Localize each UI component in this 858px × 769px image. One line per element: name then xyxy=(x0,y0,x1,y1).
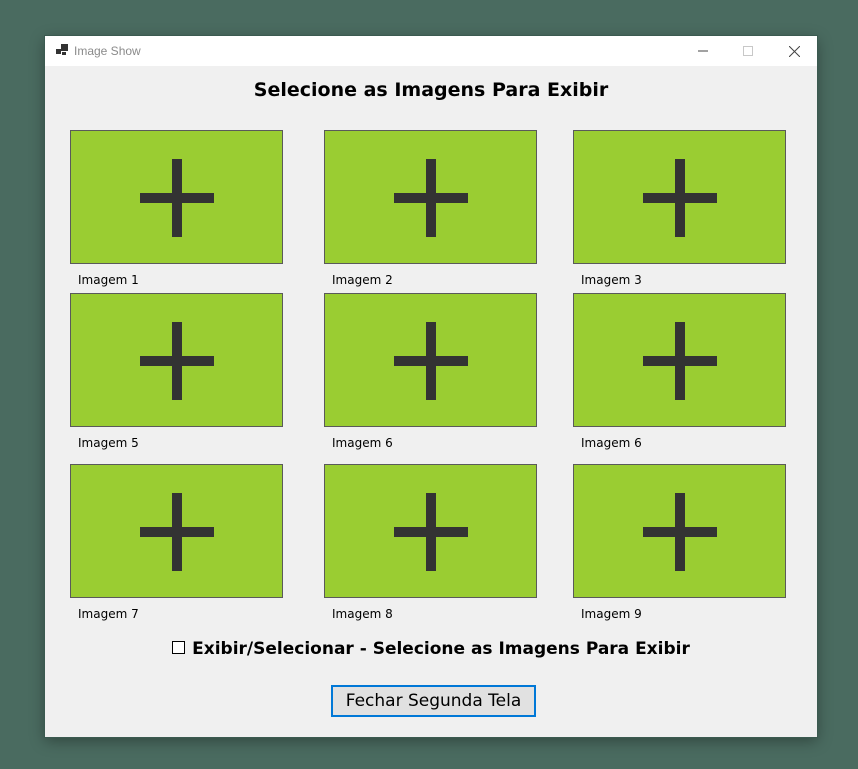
image-slot-label: Imagem 6 xyxy=(581,436,642,450)
image-slot-9[interactable] xyxy=(573,464,786,598)
plus-icon xyxy=(394,493,468,571)
image-slot-2[interactable] xyxy=(324,130,537,264)
image-slot-label: Imagem 3 xyxy=(581,273,642,287)
close-icon xyxy=(788,45,800,57)
window-title: Image Show xyxy=(74,44,141,58)
plus-icon xyxy=(394,322,468,400)
plus-icon xyxy=(394,159,468,237)
image-slot-7[interactable] xyxy=(70,464,283,598)
plus-icon xyxy=(643,159,717,237)
display-select-checkbox-row[interactable]: Exibir/Selecionar - Selecione as Imagens… xyxy=(45,639,817,659)
image-slot-6[interactable] xyxy=(573,293,786,427)
plus-icon xyxy=(140,493,214,571)
plus-icon xyxy=(140,322,214,400)
image-slot-label: Imagem 2 xyxy=(332,273,393,287)
image-slot-label: Imagem 6 xyxy=(332,436,393,450)
title-bar[interactable]: Image Show xyxy=(45,36,817,66)
display-select-checkbox[interactable] xyxy=(172,640,186,654)
maximize-button[interactable] xyxy=(725,36,771,66)
close-window-button[interactable] xyxy=(771,36,817,66)
close-second-screen-button[interactable]: Fechar Segunda Tela xyxy=(331,685,536,717)
image-slot-label: Imagem 8 xyxy=(332,607,393,621)
image-show-window: Image Show Selecione as Imagens Para Exi… xyxy=(45,36,817,737)
image-slot-label: Imagem 7 xyxy=(78,607,139,621)
image-slot-8[interactable] xyxy=(324,464,537,598)
image-slot-4[interactable] xyxy=(70,293,283,427)
maximize-icon xyxy=(743,46,753,56)
image-slot-5[interactable] xyxy=(324,293,537,427)
plus-icon xyxy=(643,322,717,400)
minimize-icon xyxy=(698,50,708,52)
plus-icon xyxy=(643,493,717,571)
checkbox-label: Exibir/Selecionar - Selecione as Imagens… xyxy=(192,639,690,659)
app-window-icon xyxy=(56,44,68,56)
image-slot-1[interactable] xyxy=(70,130,283,264)
image-slot-label: Imagem 9 xyxy=(581,607,642,621)
page-heading: Selecione as Imagens Para Exibir xyxy=(253,79,609,101)
minimize-button[interactable] xyxy=(680,36,726,66)
image-slot-label: Imagem 5 xyxy=(78,436,139,450)
image-slot-3[interactable] xyxy=(573,130,786,264)
plus-icon xyxy=(140,159,214,237)
image-slot-label: Imagem 1 xyxy=(78,273,139,287)
